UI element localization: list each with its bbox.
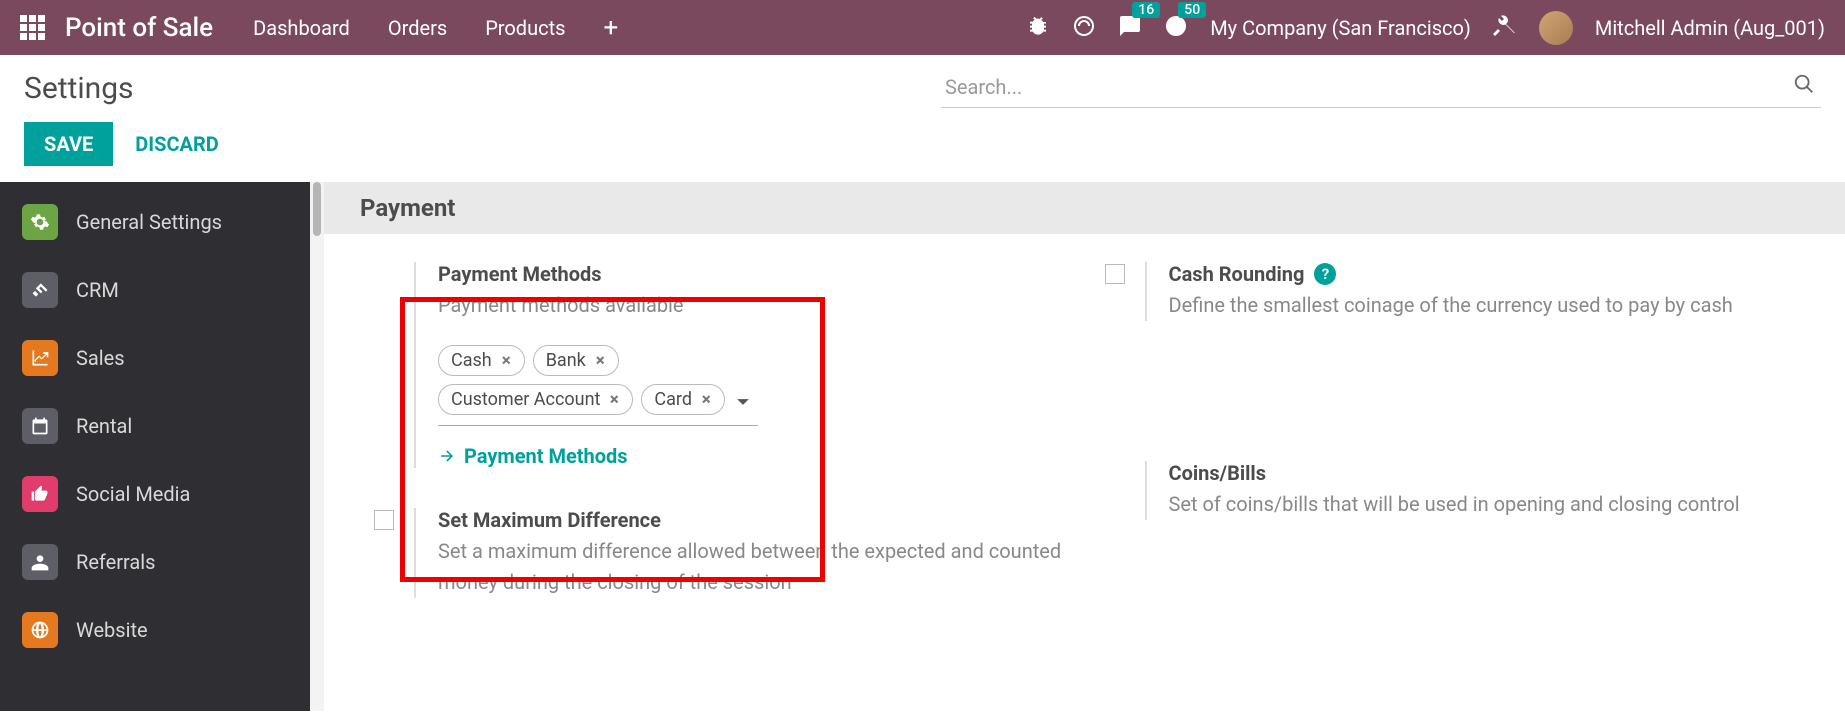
main-content: Payment Payment Methods Payment methods …	[324, 182, 1845, 711]
user-avatar[interactable]	[1539, 11, 1573, 45]
support-icon[interactable]	[1072, 14, 1096, 42]
company-switcher[interactable]: My Company (San Francisco)	[1210, 16, 1471, 40]
payment-methods-tags[interactable]: Cash Bank Customer Account Card	[438, 345, 758, 426]
scrollbar-thumb[interactable]	[313, 182, 321, 236]
calendar-icon	[22, 408, 58, 444]
dropdown-caret-icon[interactable]	[736, 392, 750, 411]
tag-remove-icon[interactable]	[608, 389, 620, 410]
cash-rounding-checkbox[interactable]	[1105, 264, 1125, 284]
activities-badge: 50	[1178, 2, 1206, 18]
messages-icon[interactable]: 16	[1118, 14, 1142, 42]
setting-title: Set Maximum Difference	[438, 508, 1065, 532]
setting-max-difference: Set Maximum Difference Set a maximum dif…	[374, 508, 1065, 598]
sidebar-item-sales[interactable]: Sales	[0, 324, 310, 392]
setting-title: Cash Rounding ?	[1169, 262, 1796, 286]
settings-grid: Payment Methods Payment methods availabl…	[324, 234, 1845, 638]
setting-coins-bills: Coins/Bills Set of coins/bills that will…	[1105, 461, 1796, 520]
handshake-icon	[22, 272, 58, 308]
sidebar-item-crm[interactable]: CRM	[0, 256, 310, 324]
scroll-gutter	[310, 182, 324, 711]
search-icon[interactable]	[1793, 73, 1815, 99]
tag-cash[interactable]: Cash	[438, 345, 525, 376]
sidebar-item-website[interactable]: Website	[0, 596, 310, 664]
bug-icon[interactable]	[1026, 14, 1050, 42]
payment-methods-link[interactable]: Payment Methods	[438, 444, 1065, 468]
nav-add-icon[interactable]: +	[603, 13, 618, 43]
search-wrap	[941, 69, 1821, 108]
nav-right: 16 50 My Company (San Francisco) Mitchel…	[1026, 11, 1825, 45]
sidebar-item-general[interactable]: General Settings	[0, 188, 310, 256]
tag-bank[interactable]: Bank	[533, 345, 619, 376]
user-name[interactable]: Mitchell Admin (Aug_001)	[1595, 16, 1825, 40]
setting-desc: Set a maximum difference allowed between…	[438, 536, 1065, 598]
setting-title: Coins/Bills	[1169, 461, 1796, 485]
messages-badge: 16	[1132, 2, 1160, 18]
setting-content: Cash Rounding ? Define the smallest coin…	[1145, 262, 1796, 321]
sidebar-item-label: CRM	[76, 278, 119, 302]
sidebar-item-referrals[interactable]: Referrals	[0, 528, 310, 596]
nav-links: Dashboard Orders Products	[253, 16, 565, 40]
help-icon[interactable]: ?	[1314, 263, 1336, 285]
save-button[interactable]: SAVE	[24, 122, 113, 166]
setting-title: Payment Methods	[438, 262, 1065, 286]
search-input[interactable]	[941, 69, 1821, 108]
sidebar-item-label: Rental	[76, 414, 132, 438]
tag-remove-icon[interactable]	[700, 389, 712, 410]
top-navbar: Point of Sale Dashboard Orders Products …	[0, 0, 1845, 55]
sidebar-item-label: Website	[76, 618, 148, 642]
tools-icon[interactable]	[1493, 14, 1517, 42]
page-title: Settings	[24, 71, 134, 106]
arrow-right-icon	[438, 447, 456, 465]
thumbs-up-icon	[22, 476, 58, 512]
tag-card[interactable]: Card	[641, 384, 725, 415]
sidebar-item-label: Social Media	[76, 482, 190, 506]
nav-link-products[interactable]: Products	[485, 16, 565, 40]
setting-content: Coins/Bills Set of coins/bills that will…	[1145, 461, 1796, 520]
setting-cash-rounding: Cash Rounding ? Define the smallest coin…	[1105, 262, 1796, 321]
body: General Settings CRM Sales Rental Social…	[0, 182, 1845, 711]
settings-col-left: Payment Methods Payment methods availabl…	[374, 262, 1105, 638]
sidebar-item-rental[interactable]: Rental	[0, 392, 310, 460]
settings-sidebar: General Settings CRM Sales Rental Social…	[0, 182, 310, 711]
chart-icon	[22, 340, 58, 376]
max-diff-checkbox[interactable]	[374, 510, 394, 530]
tag-remove-icon[interactable]	[594, 350, 606, 371]
globe-icon	[22, 612, 58, 648]
brand-title[interactable]: Point of Sale	[65, 13, 213, 43]
apps-icon[interactable]	[20, 15, 45, 40]
setting-content: Set Maximum Difference Set a maximum dif…	[414, 508, 1065, 598]
sidebar-item-label: General Settings	[76, 210, 222, 234]
people-icon	[22, 544, 58, 580]
setting-payment-methods: Payment Methods Payment methods availabl…	[374, 262, 1065, 468]
tag-remove-icon[interactable]	[500, 350, 512, 371]
setting-content: Payment Methods Payment methods availabl…	[414, 262, 1065, 468]
discard-button[interactable]: DISCARD	[127, 122, 227, 166]
sidebar-item-label: Referrals	[76, 550, 155, 574]
settings-col-right: Cash Rounding ? Define the smallest coin…	[1105, 262, 1836, 638]
nav-link-dashboard[interactable]: Dashboard	[253, 16, 350, 40]
control-panel: Settings SAVE DISCARD	[0, 55, 1845, 182]
activities-icon[interactable]: 50	[1164, 14, 1188, 42]
section-header-payment: Payment	[324, 182, 1845, 234]
setting-desc: Define the smallest coinage of the curre…	[1169, 290, 1796, 321]
nav-link-orders[interactable]: Orders	[388, 16, 447, 40]
sidebar-item-label: Sales	[76, 346, 125, 370]
gear-icon	[22, 204, 58, 240]
setting-desc: Set of coins/bills that will be used in …	[1169, 489, 1796, 520]
tag-customer-account[interactable]: Customer Account	[438, 384, 633, 415]
sidebar-item-social[interactable]: Social Media	[0, 460, 310, 528]
setting-desc: Payment methods available	[438, 290, 1065, 321]
